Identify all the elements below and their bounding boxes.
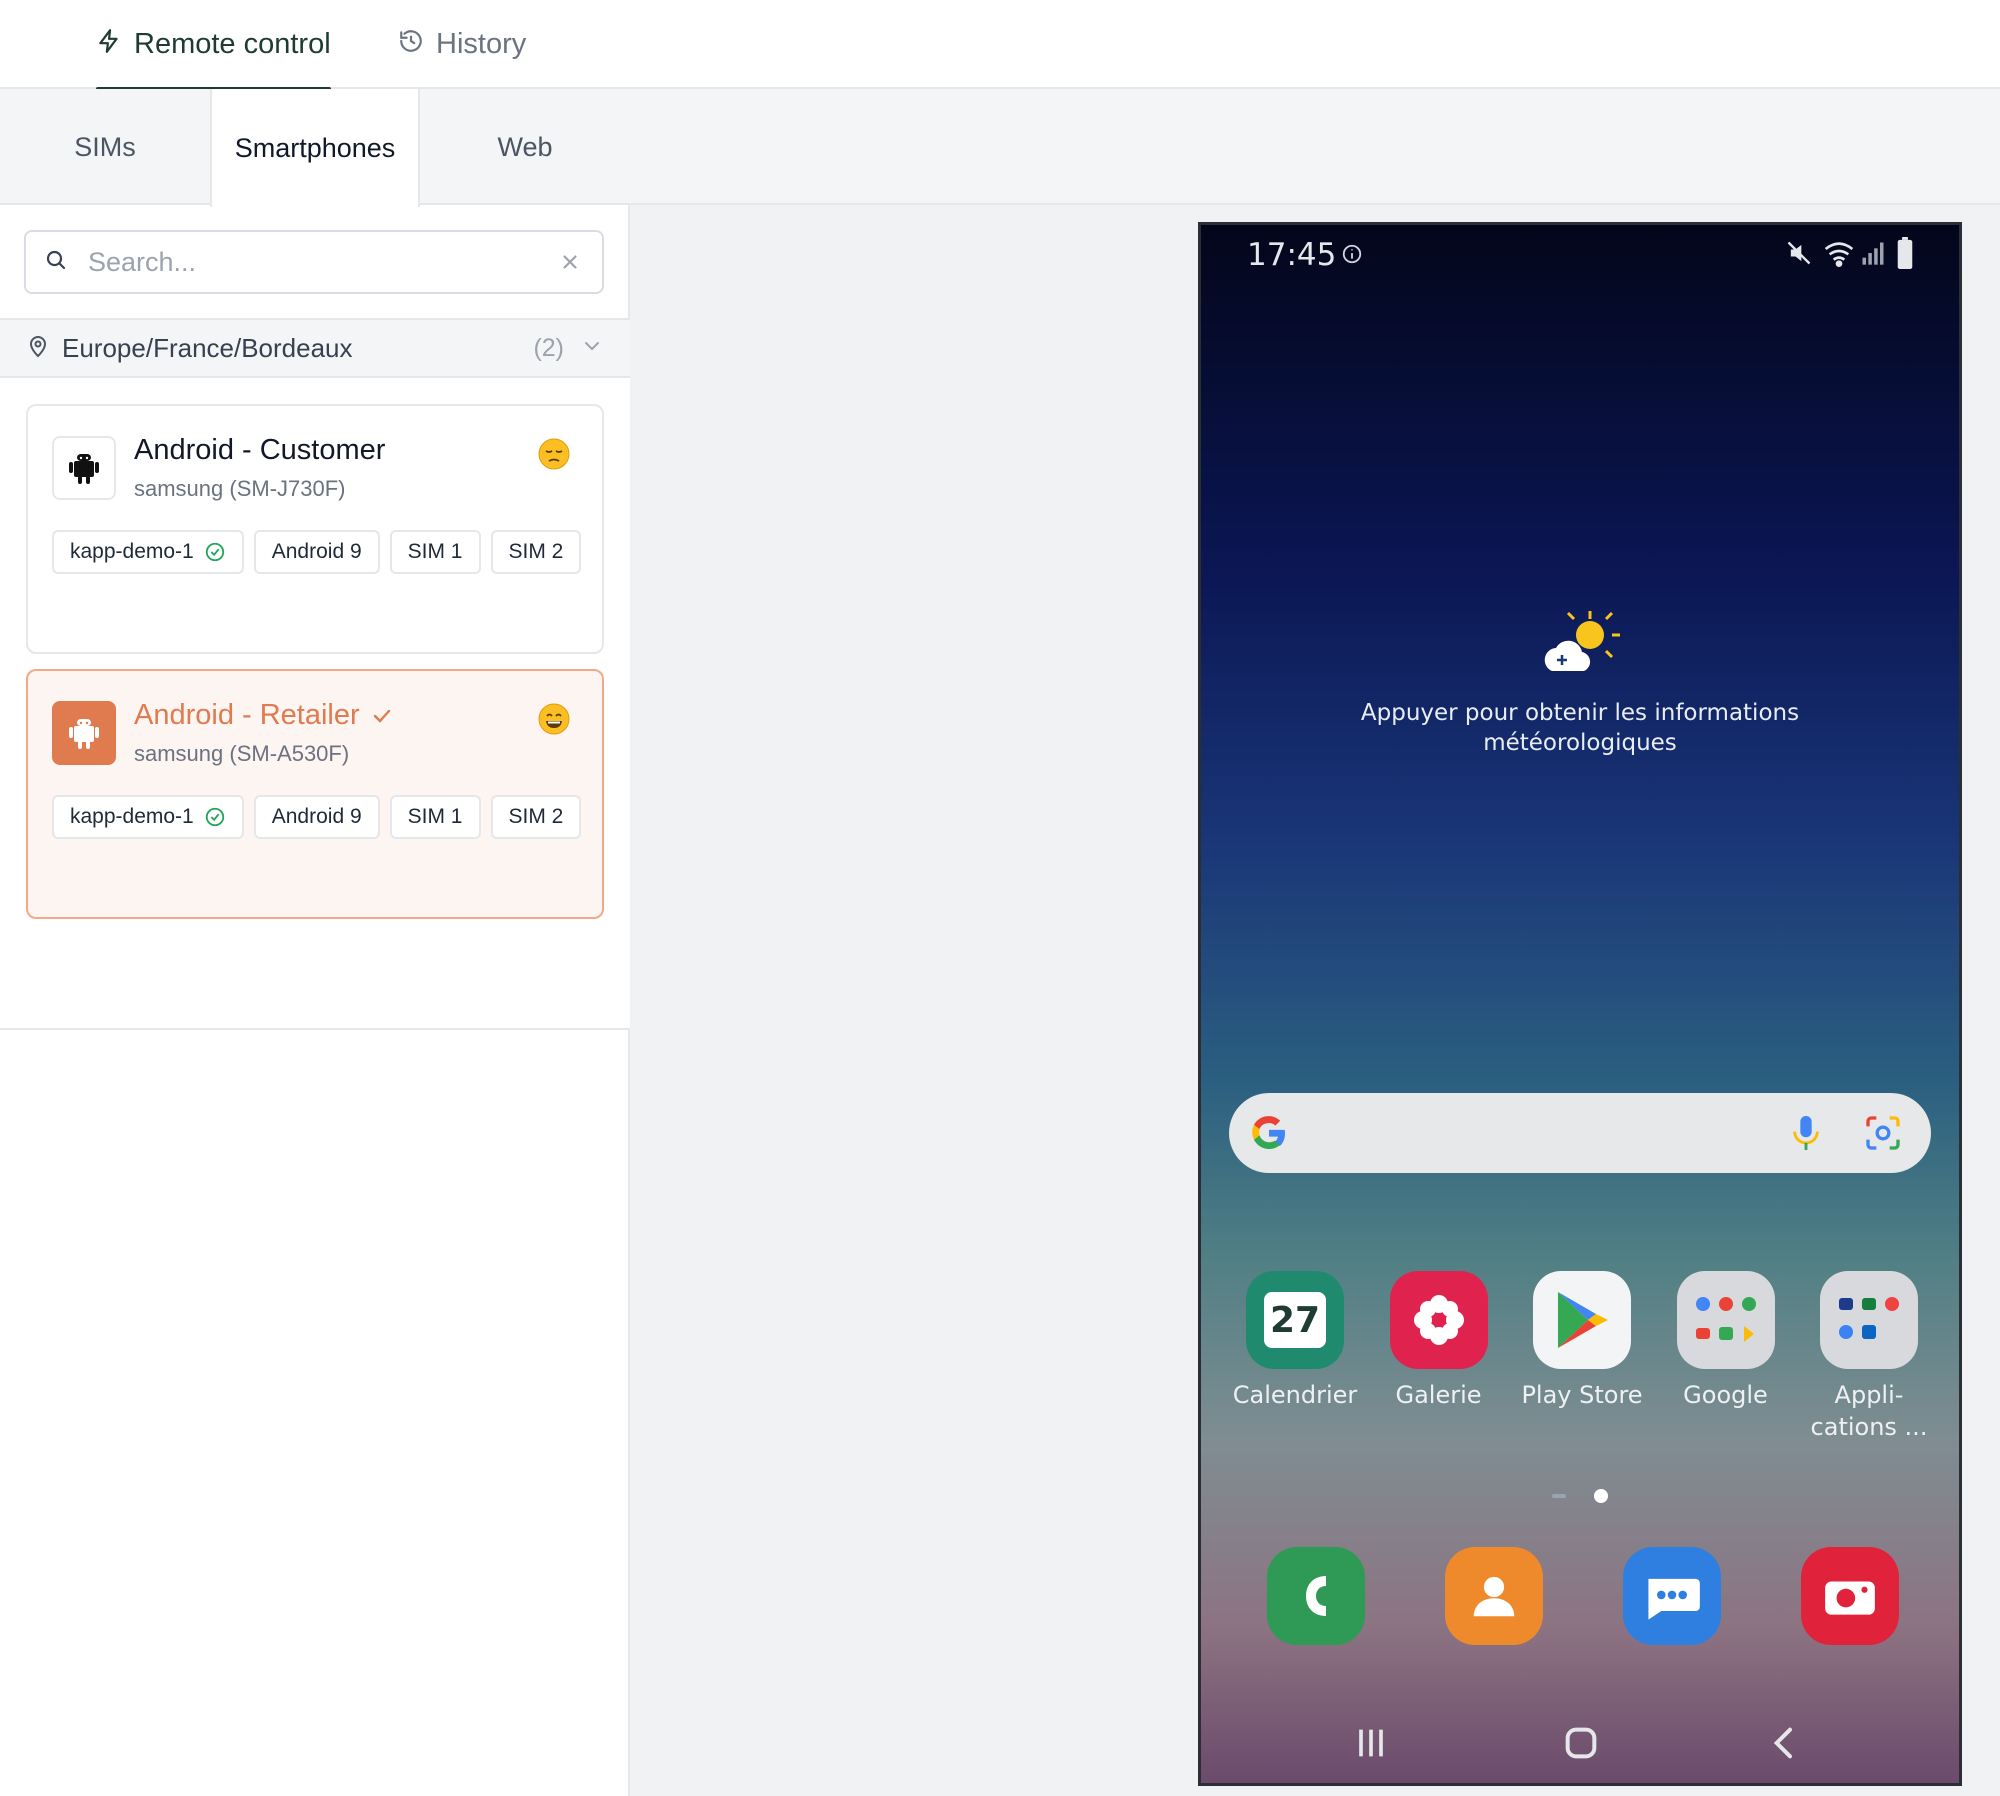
battery-icon bbox=[1897, 237, 1913, 269]
microphone-icon[interactable] bbox=[1789, 1113, 1823, 1153]
app-google-folder[interactable]: Google bbox=[1658, 1271, 1794, 1443]
tab-history-label: History bbox=[436, 28, 527, 60]
lens-icon[interactable] bbox=[1863, 1113, 1903, 1153]
device-sidebar: SIMs Smartphones Web Europe/France/Borde… bbox=[0, 89, 630, 1796]
app-play-store[interactable]: Play Store bbox=[1514, 1271, 1650, 1443]
app-label: Play Store bbox=[1521, 1381, 1643, 1409]
device-name: Android - Customer bbox=[134, 434, 385, 467]
page-dot-active bbox=[1594, 1489, 1608, 1503]
device-name-text: Android - Retailer bbox=[134, 699, 360, 731]
google-folder-icon bbox=[1676, 1271, 1775, 1369]
top-navigation: Remote control History bbox=[0, 0, 2000, 91]
info-icon bbox=[1342, 244, 1362, 264]
device-model: samsung (SM-A530F) bbox=[134, 741, 350, 766]
app-label-line2: cations ... bbox=[1810, 1413, 1928, 1441]
apps-folder-icon bbox=[1820, 1271, 1918, 1369]
android-nav-bar bbox=[1201, 1705, 1959, 1783]
weather-widget[interactable]: Appuyer pour obtenir les informations mé… bbox=[1201, 609, 1959, 758]
device-type-tabs: SIMs Smartphones Web bbox=[0, 89, 630, 207]
grin-face-icon bbox=[538, 703, 570, 735]
tab-history[interactable]: History bbox=[398, 0, 526, 89]
tag-app-label: kapp-demo-1 bbox=[70, 805, 194, 828]
location-pin-icon bbox=[26, 334, 50, 363]
check-circle-icon bbox=[205, 542, 224, 562]
device-tags: kapp-demo-1 Android 9 SIM 1 SIM 2 bbox=[52, 530, 592, 574]
device-name: Android - Retailer bbox=[134, 699, 394, 732]
subtab-web[interactable]: Web bbox=[420, 89, 630, 205]
history-icon bbox=[398, 28, 424, 62]
app-galerie[interactable]: Galerie bbox=[1371, 1271, 1507, 1443]
tab-remote-control[interactable]: Remote control bbox=[96, 0, 331, 91]
device-card-android-customer[interactable]: Android - Customer samsung (SM-J730F) ka… bbox=[26, 404, 604, 654]
search-input[interactable] bbox=[88, 246, 556, 278]
app-calendrier[interactable]: 27 Calendrier bbox=[1227, 1271, 1363, 1443]
tag-sim2: SIM 2 bbox=[490, 530, 582, 574]
subtab-smartphones[interactable]: Smartphones bbox=[210, 89, 420, 207]
google-g-icon bbox=[1252, 1116, 1285, 1149]
back-button-icon[interactable] bbox=[1765, 1723, 1805, 1763]
device-name-text: Android - Customer bbox=[134, 434, 386, 466]
signal-icon bbox=[1862, 242, 1884, 265]
mute-icon bbox=[1787, 241, 1811, 265]
location-group-title: Europe/France/Bordeaux bbox=[62, 332, 353, 363]
app-dock bbox=[1267, 1547, 1899, 1645]
calendar-icon: 27 bbox=[1246, 1271, 1344, 1369]
app-label: Google bbox=[1683, 1381, 1768, 1409]
tag-sim1: SIM 1 bbox=[389, 795, 481, 839]
tab-remote-control-label: Remote control bbox=[134, 28, 331, 60]
wifi-icon bbox=[1824, 242, 1854, 267]
flower-icon bbox=[1389, 1271, 1488, 1369]
tag-sim1: SIM 1 bbox=[389, 530, 481, 574]
camera-icon[interactable] bbox=[1801, 1547, 1899, 1645]
app-label-line1: Appli- bbox=[1834, 1381, 1904, 1409]
messages-icon[interactable] bbox=[1623, 1547, 1721, 1645]
tag-app-label: kapp-demo-1 bbox=[70, 540, 194, 563]
page-dot-home-icon bbox=[1552, 1494, 1566, 1498]
phone-status-bar: 17:45 bbox=[1201, 225, 1959, 285]
tag-app: kapp-demo-1 bbox=[52, 795, 244, 839]
subtab-sims[interactable]: SIMs bbox=[0, 89, 210, 205]
clear-search-icon[interactable] bbox=[556, 248, 584, 276]
lightning-icon bbox=[96, 28, 122, 62]
tag-os: Android 9 bbox=[253, 795, 380, 839]
phone-app-icon[interactable] bbox=[1267, 1547, 1365, 1645]
google-search-bar[interactable] bbox=[1229, 1093, 1931, 1173]
home-button-icon[interactable] bbox=[1561, 1723, 1601, 1763]
device-list: Android - Customer samsung (SM-J730F) ka… bbox=[0, 378, 630, 1030]
android-icon bbox=[52, 701, 116, 765]
calendar-day: 27 bbox=[1264, 1292, 1326, 1348]
page-indicator bbox=[1201, 1489, 1959, 1503]
app-label: Appli-cations ... bbox=[1811, 1379, 1928, 1443]
tag-sim2: SIM 2 bbox=[490, 795, 582, 839]
weather-icon bbox=[1544, 611, 1620, 671]
weather-prompt-line2: météorologiques bbox=[1483, 730, 1677, 756]
check-circle-icon bbox=[205, 807, 224, 827]
app-label: Calendrier bbox=[1232, 1381, 1358, 1409]
sad-face-icon bbox=[538, 438, 570, 470]
device-card-android-retailer[interactable]: Android - Retailer samsung (SM-A530F) ka… bbox=[26, 669, 604, 919]
tag-app: kapp-demo-1 bbox=[52, 530, 244, 574]
contacts-icon[interactable] bbox=[1445, 1547, 1543, 1645]
chevron-down-icon[interactable] bbox=[580, 334, 604, 363]
remote-phone-screen[interactable]: 17:45 Appuyer pour obtenir les informati… bbox=[1198, 222, 1962, 1786]
screen-toolbar bbox=[630, 89, 2000, 205]
app-applications-folder[interactable]: Appli-cations ... bbox=[1801, 1271, 1937, 1443]
android-icon bbox=[52, 436, 116, 500]
recent-apps-icon[interactable] bbox=[1351, 1723, 1391, 1763]
location-group-header[interactable]: Europe/France/Bordeaux (2) bbox=[0, 318, 630, 378]
tag-os: Android 9 bbox=[253, 530, 380, 574]
phone-clock: 17:45 bbox=[1247, 237, 1337, 273]
device-tags: kapp-demo-1 Android 9 SIM 1 SIM 2 bbox=[52, 795, 592, 839]
app-label: Galerie bbox=[1395, 1381, 1482, 1409]
play-store-icon bbox=[1533, 1271, 1631, 1369]
weather-prompt: Appuyer pour obtenir les informations mé… bbox=[1201, 698, 1959, 758]
app-grid: 27 Calendrier Galerie Play Store Google bbox=[1227, 1271, 1937, 1443]
search-icon bbox=[44, 248, 68, 277]
device-model: samsung (SM-J730F) bbox=[134, 476, 346, 501]
search-box bbox=[24, 230, 604, 294]
location-group-count: (2) bbox=[533, 333, 564, 362]
check-icon bbox=[373, 709, 390, 723]
weather-prompt-line1: Appuyer pour obtenir les informations bbox=[1360, 700, 1800, 726]
